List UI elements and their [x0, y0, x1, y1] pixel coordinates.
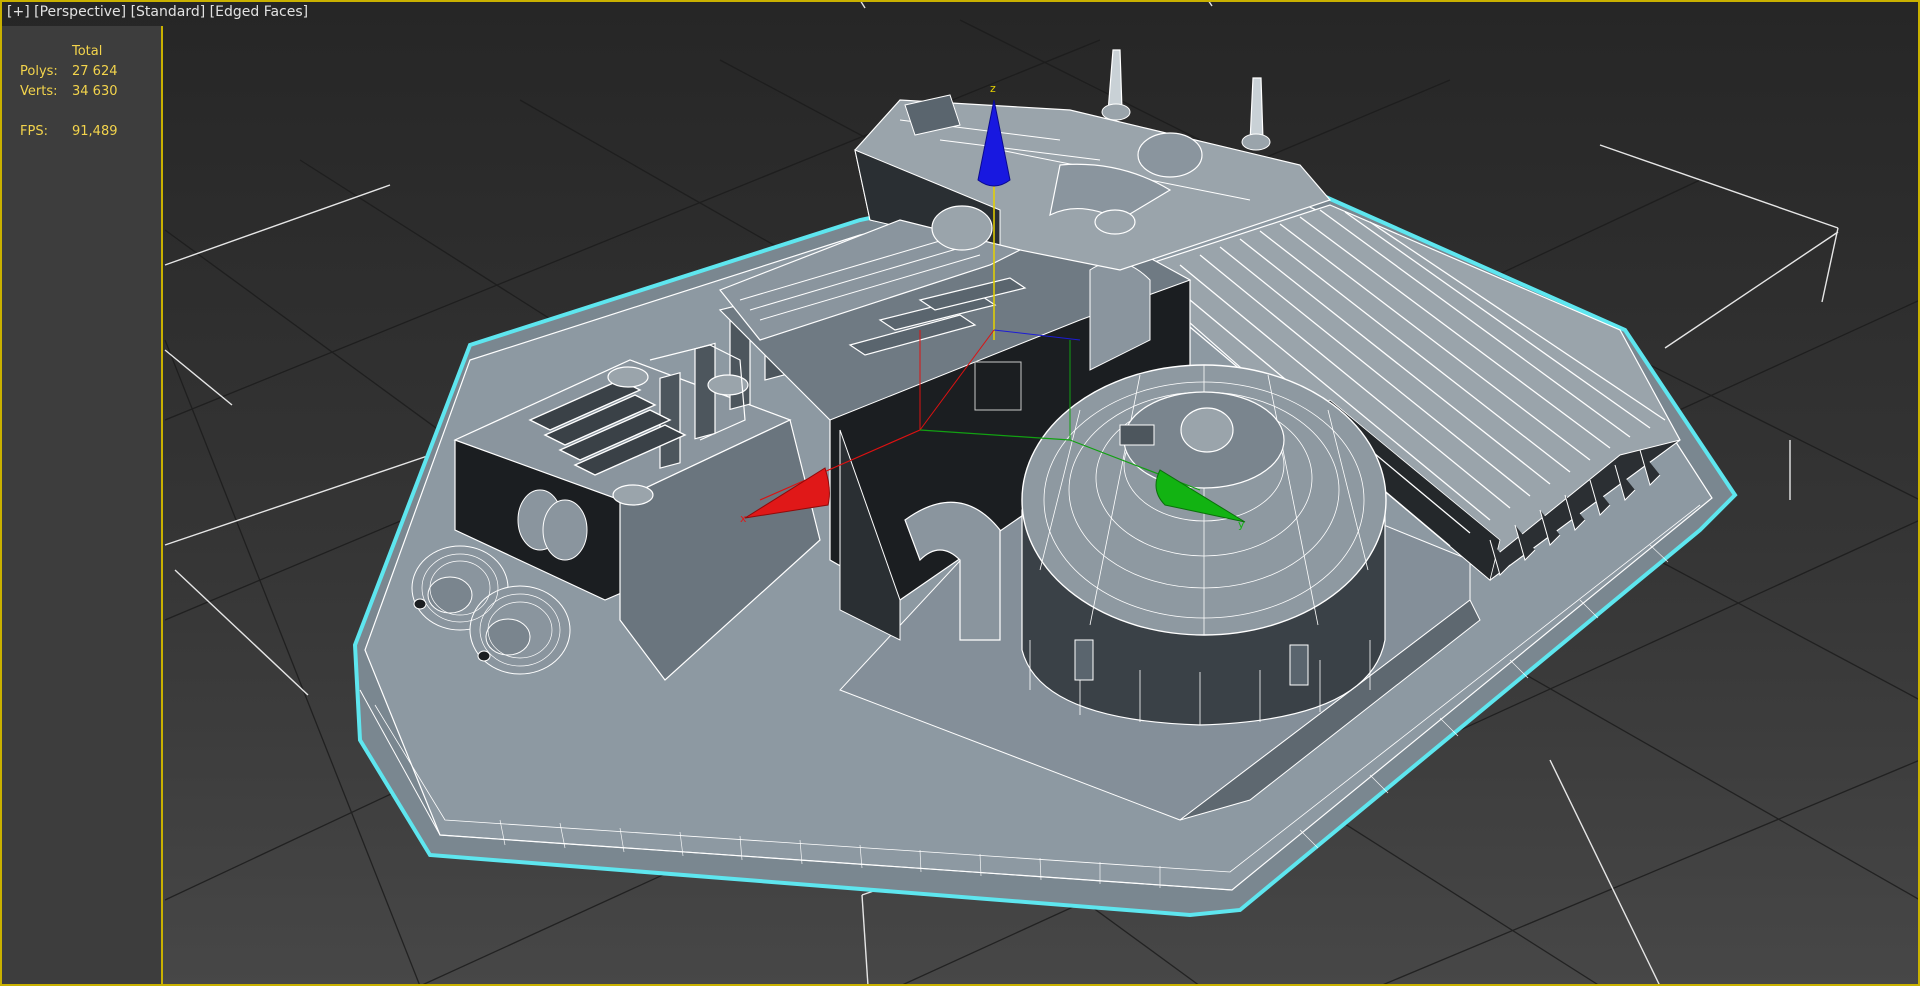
viewport-shading-menu[interactable]: [Edged Faces]: [210, 4, 308, 20]
verts-label: Verts:: [20, 84, 58, 99]
dome-structure[interactable]: [1021, 364, 1387, 726]
viewport-label-menu: [+] [Perspective] [Standard] [Edged Face…: [7, 4, 308, 20]
gizmo-x-label: x: [740, 512, 747, 525]
polys-value: 27 624: [72, 64, 118, 79]
stats-total-header: Total: [72, 44, 103, 59]
scene-canvas[interactable]: z x y Z X Y: [0, 0, 1920, 986]
viewport-standard-menu[interactable]: [Standard]: [131, 4, 206, 20]
gizmo-y-label: y: [1238, 518, 1245, 531]
viewport-point-of-view-menu[interactable]: [Perspective]: [34, 4, 126, 20]
polys-label: Polys:: [20, 64, 58, 79]
statistics-panel: [2, 26, 163, 984]
perspective-viewport[interactable]: z x y Z X Y Total Polys: 27 624 Verts: 3…: [0, 0, 1920, 986]
fps-value: 91,489: [72, 124, 118, 139]
fps-label: FPS:: [20, 124, 48, 139]
verts-value: 34 630: [72, 84, 118, 99]
gizmo-z-label: z: [990, 82, 996, 95]
viewport-general-menu[interactable]: [+]: [7, 4, 30, 20]
